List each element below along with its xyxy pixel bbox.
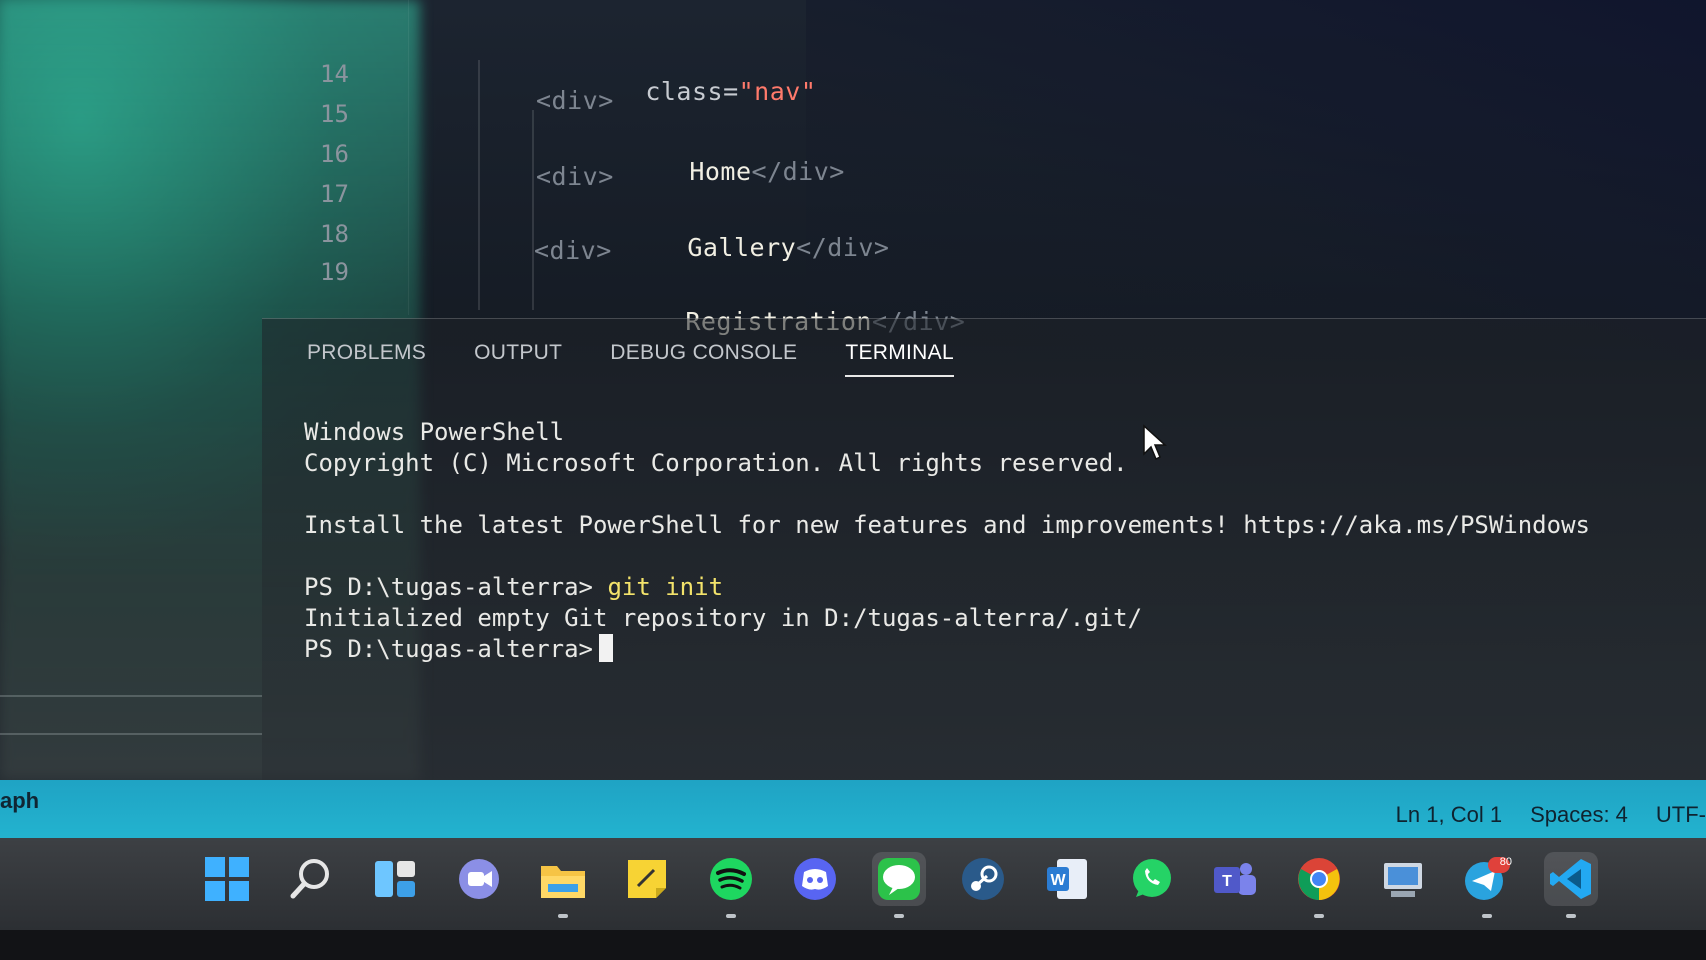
line-number: 18 <box>320 220 349 248</box>
attr-name: class= <box>645 77 739 106</box>
terminal-input-line[interactable]: PS D:\tugas-alterra> <box>304 634 1590 665</box>
bottom-panel: PROBLEMS OUTPUT DEBUG CONSOLE TERMINAL W… <box>262 318 1706 781</box>
home-text: Home <box>689 157 752 186</box>
screen-bezel <box>0 930 1706 960</box>
svg-text:T: T <box>1222 873 1232 890</box>
terminal-prompt: PS D:\tugas-alterra> <box>304 635 593 663</box>
gutter-divider <box>408 0 409 315</box>
indent-guide <box>478 60 480 310</box>
code-editor[interactable]: 14 15 16 17 18 19 class="nav" <div> Home… <box>300 0 1706 336</box>
code-line-16: Home</div> <box>596 128 845 215</box>
control-panel-icon[interactable] <box>1376 852 1430 906</box>
code-line-19: <div> <box>534 236 612 265</box>
terminal-command: git init <box>607 573 724 601</box>
close-div: </div> <box>751 157 845 186</box>
attr-value: "nav" <box>738 77 817 106</box>
teams-icon[interactable]: T <box>1208 852 1262 906</box>
status-right: Ln 1, Col 1 Spaces: 4 UTF- <box>1396 802 1706 828</box>
widgets-icon[interactable] <box>368 852 422 906</box>
discord-icon[interactable] <box>788 852 842 906</box>
search-icon[interactable] <box>284 852 338 906</box>
svg-text:W: W <box>1050 872 1066 889</box>
telegram-badge: 80 <box>1499 856 1512 868</box>
indent-spaces[interactable]: Spaces: 4 <box>1530 802 1628 828</box>
indent-guide <box>532 110 534 310</box>
terminal-cursor <box>598 634 613 662</box>
file-explorer-icon[interactable] <box>536 852 590 918</box>
close-div: </div> <box>796 233 890 262</box>
photo-screen: 14 15 16 17 18 19 class="nav" <div> Home… <box>0 0 1706 960</box>
windows-start-icon[interactable] <box>200 852 254 906</box>
tab-problems[interactable]: PROBLEMS <box>307 341 426 377</box>
status-bar: aph Ln 1, Col 1 Spaces: 4 UTF- <box>0 780 1706 838</box>
terminal-line: Initialized empty Git repository in D:/t… <box>304 604 1143 632</box>
word-icon[interactable]: W <box>1040 852 1094 906</box>
vscode-icon[interactable] <box>1544 852 1598 918</box>
tab-debug-console[interactable]: DEBUG CONSOLE <box>610 341 797 377</box>
telegram-icon[interactable]: 80 <box>1460 852 1514 918</box>
panel-tabs: PROBLEMS OUTPUT DEBUG CONSOLE TERMINAL <box>307 341 954 377</box>
file-encoding[interactable]: UTF- <box>1656 802 1706 828</box>
mouse-pointer-icon <box>1143 424 1167 461</box>
sticky-notes-icon[interactable] <box>620 852 674 906</box>
line-icon[interactable] <box>872 852 926 918</box>
chat-icon[interactable] <box>452 852 506 906</box>
code-line-17: <div> <box>536 162 614 191</box>
gallery-text: Gallery <box>687 233 797 262</box>
steam-icon[interactable] <box>956 852 1010 906</box>
whatsapp-icon[interactable] <box>1124 852 1178 906</box>
line-number: 15 <box>320 100 349 128</box>
terminal-command-line: PS D:\tugas-alterra> git init <box>304 572 1590 603</box>
cursor-position[interactable]: Ln 1, Col 1 <box>1396 802 1502 828</box>
code-line-15: <div> <box>536 86 614 115</box>
tab-output[interactable]: OUTPUT <box>474 341 562 377</box>
line-number: 16 <box>320 140 349 168</box>
terminal-line: Install the latest PowerShell for new fe… <box>304 511 1590 539</box>
terminal-line: Copyright (C) Microsoft Corporation. All… <box>304 449 1128 477</box>
line-number: 19 <box>320 258 349 286</box>
taskbar-icons: W T 80 <box>200 852 1598 918</box>
spotify-icon[interactable] <box>704 852 758 918</box>
chrome-icon[interactable] <box>1292 852 1346 918</box>
taskbar: W T 80 <box>0 838 1706 930</box>
sidebar-fragment <box>0 695 262 785</box>
terminal-prompt: PS D:\tugas-alterra> <box>304 573 593 601</box>
line-number: 17 <box>320 180 349 208</box>
line-number: 14 <box>320 60 349 88</box>
tab-terminal[interactable]: TERMINAL <box>845 341 954 377</box>
terminal-line: Windows PowerShell <box>304 418 565 446</box>
terminal-output[interactable]: Windows PowerShell Copyright (C) Microsof… <box>304 417 1590 665</box>
status-left-text[interactable]: aph <box>0 788 39 814</box>
